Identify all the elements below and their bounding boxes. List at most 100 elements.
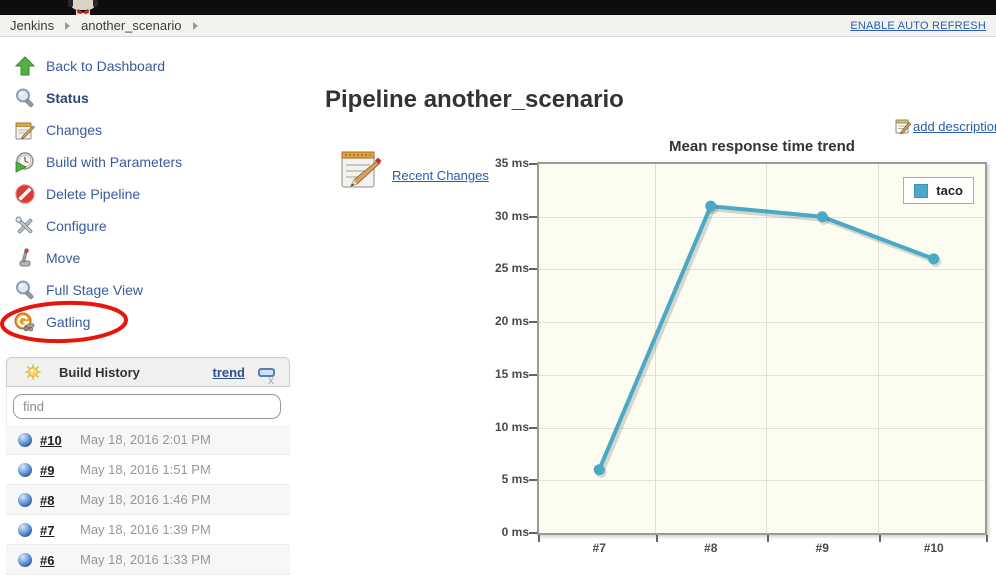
find-input[interactable] — [13, 394, 281, 419]
blue-ball-icon[interactable] — [18, 523, 32, 537]
build-date: May 18, 2016 1:51 PM — [80, 462, 230, 477]
build-date: May 18, 2016 1:39 PM — [80, 522, 230, 537]
sun-icon — [25, 364, 41, 380]
sidebar-item-build-with-parameters[interactable]: Build with Parameters — [0, 146, 300, 178]
sidebar-item-label: Move — [46, 250, 80, 266]
breadcrumb-item-jenkins[interactable]: Jenkins — [10, 18, 54, 33]
build-number-link[interactable]: #6 — [40, 553, 54, 568]
x-axis-tick-mark — [538, 535, 540, 542]
build-history-row: #7 May 18, 2016 1:39 PM — [6, 515, 290, 545]
jenkins-butler-icon — [52, 0, 112, 15]
chart-title: Mean response time trend — [537, 138, 987, 155]
sidebar-task-list: Back to Dashboard Status Changes Build with… — [0, 50, 300, 338]
build-history-row: #8 May 18, 2016 1:46 PM — [6, 485, 290, 515]
y-axis-tick-label: 35 ms — [483, 156, 529, 170]
chart-plot-area: taco — [537, 162, 987, 535]
sidebar-item-label: Gatling — [46, 314, 90, 330]
x-axis-tick-mark — [986, 535, 988, 542]
y-axis-tick-label: 5 ms — [483, 472, 529, 486]
x-axis-tick-mark — [656, 535, 658, 542]
tools-icon — [14, 215, 36, 237]
y-axis-tick-mark — [529, 321, 537, 323]
build-number-link[interactable]: #9 — [40, 463, 54, 478]
sidebar-item-delete-pipeline[interactable]: Delete Pipeline — [0, 178, 300, 210]
sidebar-item-label: Status — [46, 90, 89, 106]
search-icon — [14, 279, 36, 301]
build-history-row: #9 May 18, 2016 1:51 PM — [6, 455, 290, 485]
blue-ball-icon[interactable] — [18, 493, 32, 507]
data-point[interactable] — [594, 464, 605, 475]
breadcrumb-separator-icon — [65, 22, 70, 30]
add-description[interactable]: add description — [895, 118, 996, 134]
x-axis-tick-label: #8 — [681, 541, 741, 555]
page-title: Pipeline another_scenario — [325, 86, 624, 114]
x-axis-tick-mark — [767, 535, 769, 542]
sidebar-item-label: Back to Dashboard — [46, 58, 165, 74]
clock-play-icon — [14, 151, 36, 173]
y-axis-tick-mark — [529, 479, 537, 481]
breadcrumb: Jenkins another_scenario ENABLE AUTO REF… — [0, 15, 996, 37]
trend-link[interactable]: trend — [213, 365, 246, 380]
build-date: May 18, 2016 1:33 PM — [80, 552, 230, 567]
sidebar-item-label: Delete Pipeline — [46, 186, 140, 202]
y-axis-tick-label: 10 ms — [483, 420, 529, 434]
build-number-link[interactable]: #8 — [40, 493, 54, 508]
sidebar-item-label: Build with Parameters — [46, 154, 182, 170]
line-series-taco — [539, 164, 985, 533]
y-axis-tick-mark — [529, 216, 537, 218]
build-history-row: #6 May 18, 2016 1:33 PM — [6, 545, 290, 575]
enable-auto-refresh-link[interactable]: ENABLE AUTO REFRESH — [850, 20, 986, 32]
sidebar-item-full-stage-view[interactable]: Full Stage View — [0, 274, 300, 306]
data-point[interactable] — [705, 201, 716, 212]
title-bar — [0, 0, 996, 15]
lever-icon — [14, 247, 36, 269]
y-axis-tick-mark — [529, 532, 537, 534]
edit-description-icon — [895, 118, 911, 134]
recent-changes: Recent Changes — [338, 146, 489, 190]
x-axis-tick-label: #7 — [569, 541, 629, 555]
notepad-pencil-icon — [338, 146, 382, 190]
no-entry-icon — [14, 183, 36, 205]
notepad-icon — [14, 119, 36, 141]
breadcrumb-separator-icon — [193, 22, 198, 30]
build-number-link[interactable]: #10 — [40, 433, 62, 448]
build-date: May 18, 2016 1:46 PM — [80, 492, 230, 507]
sidebar-item-configure[interactable]: Configure — [0, 210, 300, 242]
sidebar-item-gatling[interactable]: Gatling — [0, 306, 300, 338]
gatling-icon — [14, 311, 36, 333]
sidebar-item-back-to-dashboard[interactable]: Back to Dashboard — [0, 50, 300, 82]
build-history-find-row: x — [6, 387, 290, 425]
y-axis-tick-mark — [529, 163, 537, 165]
y-axis-tick-mark — [529, 427, 537, 429]
x-axis-tick-label: #9 — [792, 541, 852, 555]
y-axis-tick-label: 20 ms — [483, 314, 529, 328]
build-number-link[interactable]: #7 — [40, 523, 54, 538]
sidebar-item-move[interactable]: Move — [0, 242, 300, 274]
y-axis-tick-label: 0 ms — [483, 525, 529, 539]
blue-ball-icon[interactable] — [18, 463, 32, 477]
blue-ball-icon[interactable] — [18, 433, 32, 447]
y-axis-tick-mark — [529, 268, 537, 270]
build-date: May 18, 2016 2:01 PM — [80, 432, 230, 447]
sidebar-item-changes[interactable]: Changes — [0, 114, 300, 146]
build-history-rows: #10 May 18, 2016 2:01 PM #9 May 18, 2016 1:… — [6, 425, 290, 575]
build-history-header: Build History trend — [6, 357, 290, 387]
breadcrumb-item-job[interactable]: another_scenario — [81, 18, 181, 33]
build-history-row: #10 May 18, 2016 2:01 PM — [6, 425, 290, 455]
data-point[interactable] — [928, 253, 939, 264]
x-axis-tick-mark — [879, 535, 881, 542]
data-point[interactable] — [817, 211, 828, 222]
clear-find-icon[interactable]: x — [268, 368, 274, 393]
y-axis-tick-label: 15 ms — [483, 367, 529, 381]
arrow-up-icon — [14, 55, 36, 77]
add-description-link[interactable]: add description — [913, 119, 996, 134]
sidebar-item-label: Changes — [46, 122, 102, 138]
x-axis-tick-label: #10 — [904, 541, 964, 555]
sidebar-item-status[interactable]: Status — [0, 82, 300, 114]
blue-ball-icon[interactable] — [18, 553, 32, 567]
build-history-title: Build History — [59, 365, 140, 380]
search-icon — [14, 87, 36, 109]
sidebar-item-label: Full Stage View — [46, 282, 143, 298]
y-axis-tick-mark — [529, 374, 537, 376]
recent-changes-link[interactable]: Recent Changes — [392, 168, 489, 183]
